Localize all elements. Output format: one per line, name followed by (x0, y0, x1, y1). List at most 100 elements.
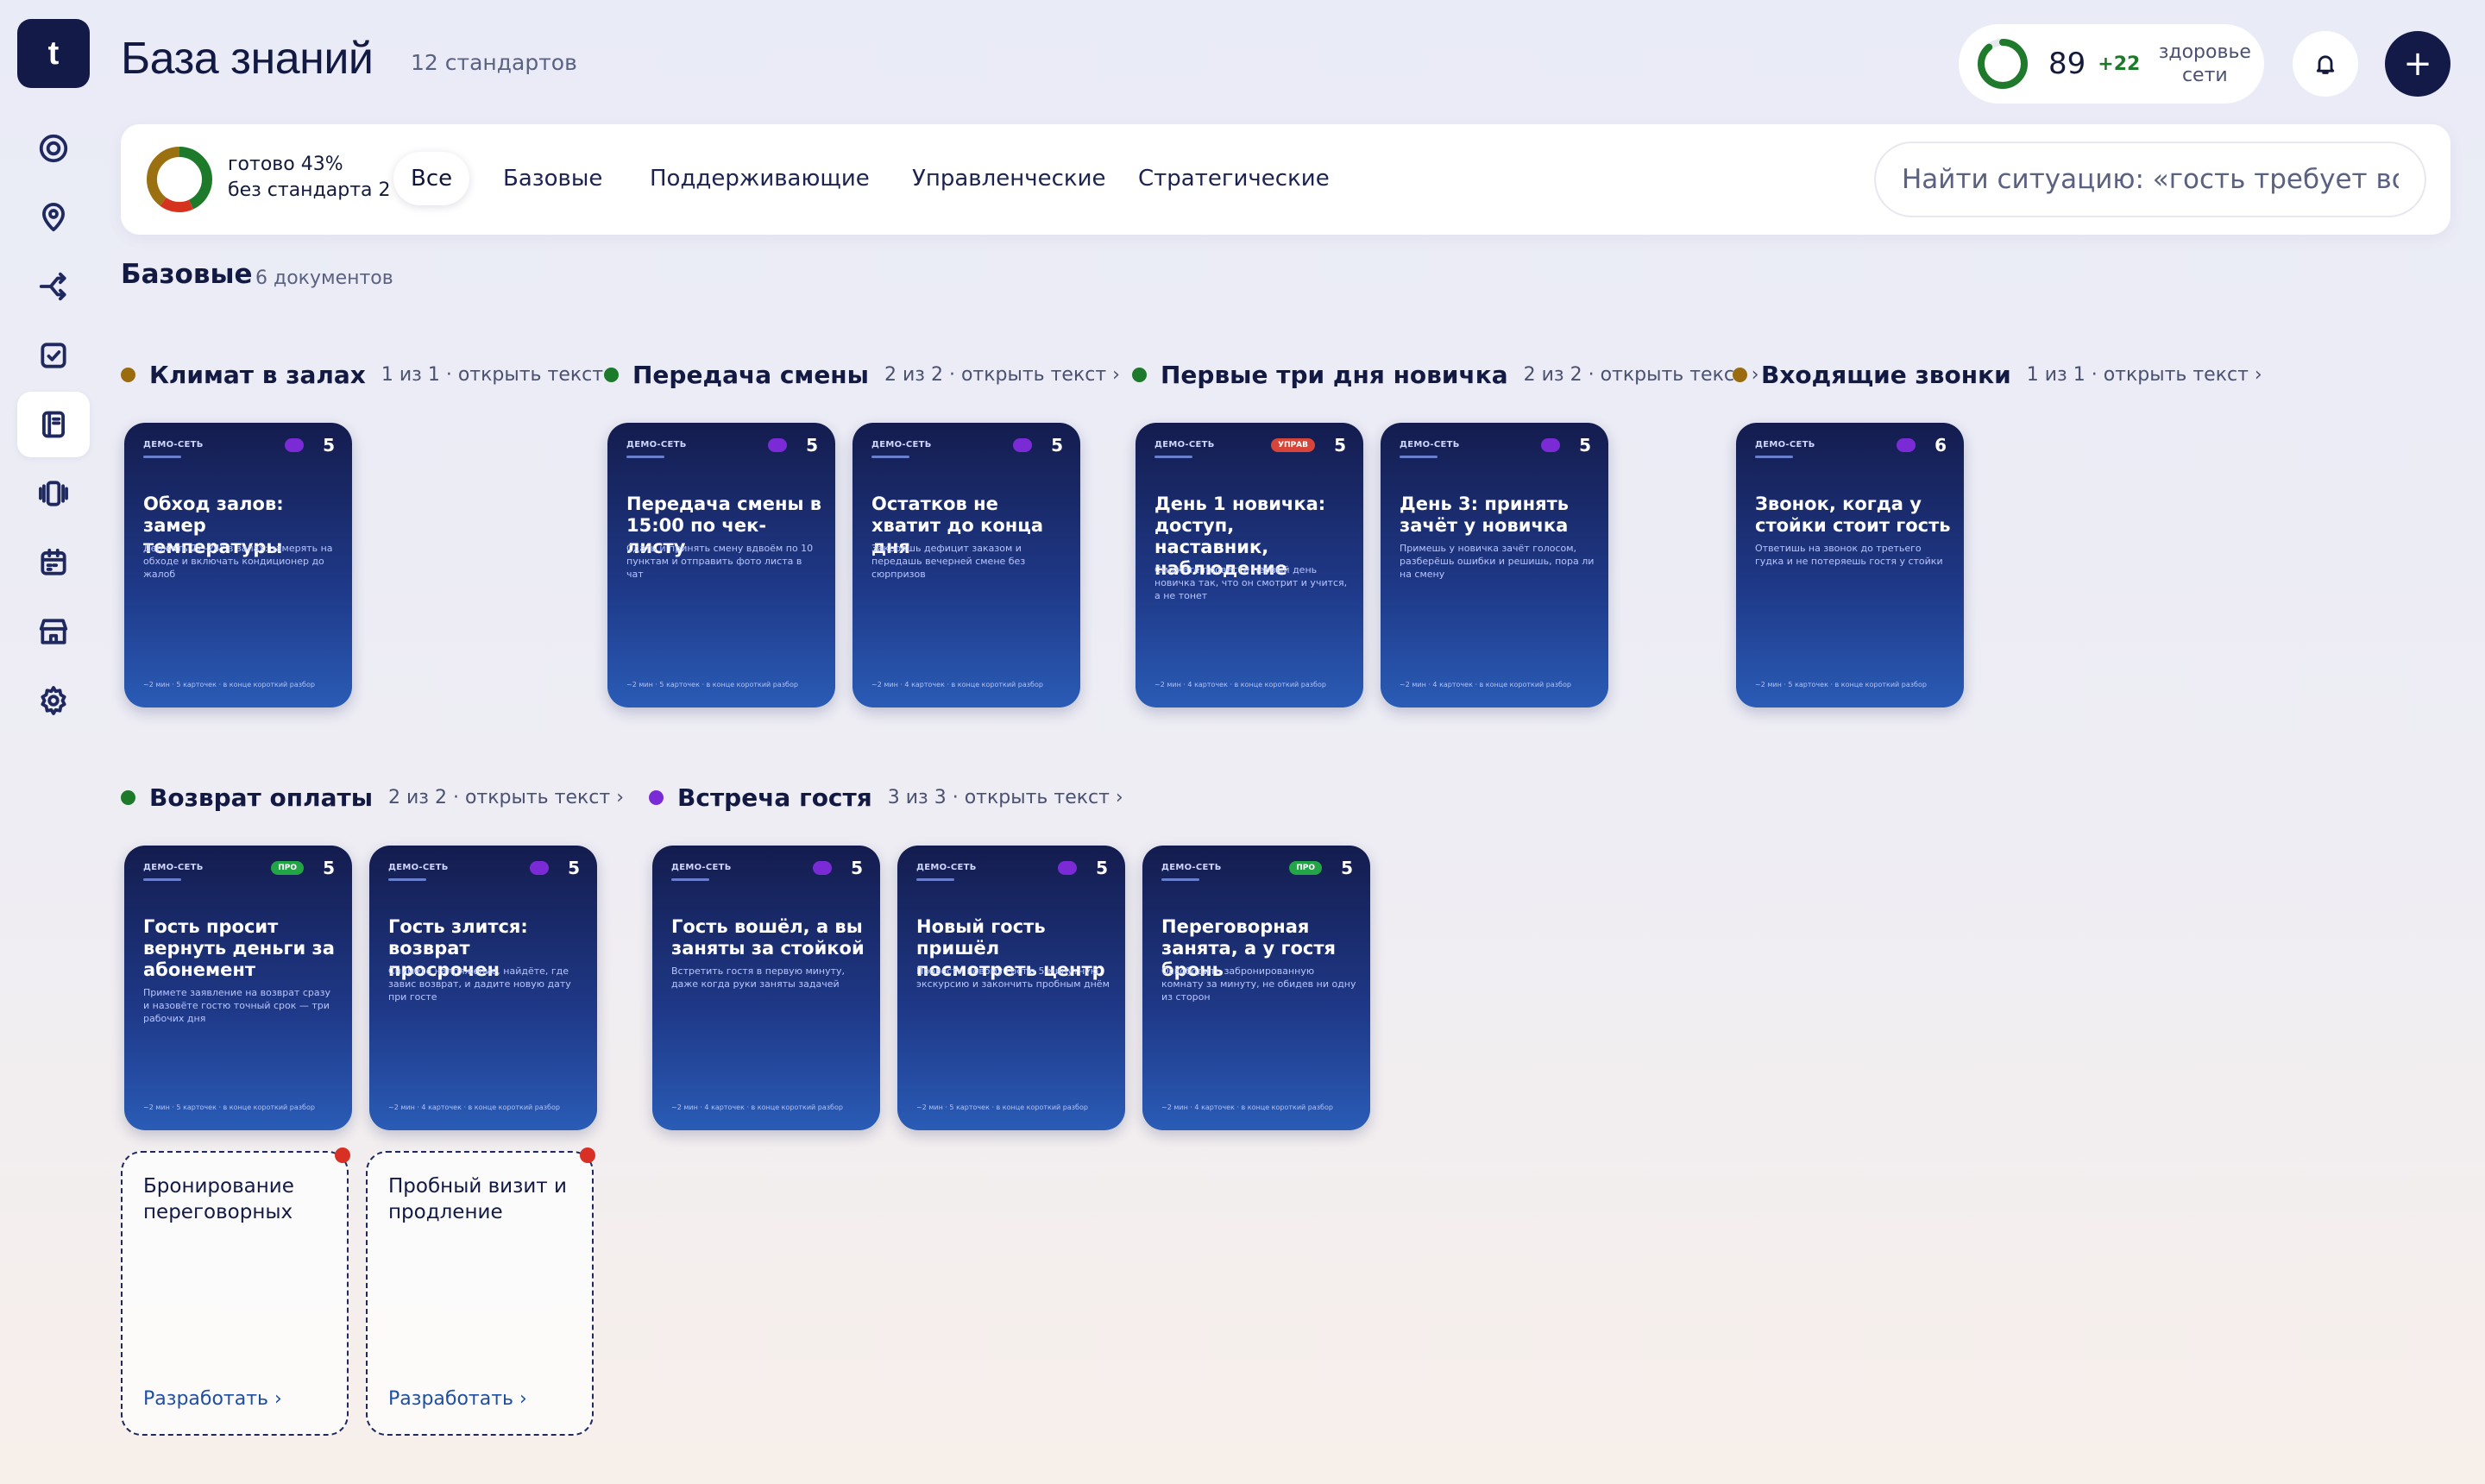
card-footer: ~2 мин · 5 карточек · в конце короткий р… (626, 681, 798, 689)
open-text-link[interactable]: 1 из 1 · открыть текст › (2027, 364, 2262, 386)
card-brand: ДЕМО-СЕТЬ (1755, 440, 1815, 450)
story-card[interactable]: ДЕМО-СЕТЬ ПРО 5 Переговорная занята, а у го… (1142, 846, 1370, 1130)
network-health[interactable]: 89 +22 здоровье сети (1959, 24, 2264, 104)
page-title: База знаний (121, 34, 374, 84)
card-number: 5 (323, 858, 335, 878)
gear-icon (41, 686, 66, 715)
story-card[interactable]: ДЕМО-СЕТЬ УПРАВ 5 День 1 новичка: доступ, н… (1136, 423, 1363, 707)
card-footer: ~2 мин · 4 карточек · в конце короткий р… (388, 1104, 560, 1111)
group-header: Климат в залах 1 из 1 · открыть текст › (121, 361, 617, 389)
card-divider (143, 456, 181, 458)
nav-flows[interactable] (17, 254, 90, 319)
story-card[interactable]: ДЕМО-СЕТЬ 5 Гость вошёл, а вы заняты за ст… (652, 846, 880, 1130)
tab-basic[interactable]: Базовые (486, 152, 620, 205)
card-tag-icon (1541, 438, 1560, 452)
group-status-dot (121, 368, 135, 382)
draft-alert-dot (335, 1148, 350, 1163)
card-footer: ~2 мин · 5 карточек · в конце короткий р… (143, 681, 315, 689)
tab-managerial[interactable]: Управленческие (895, 152, 1123, 205)
card-footer: ~2 мин · 4 карточек · в конце короткий р… (871, 681, 1043, 689)
health-label: здоровье сети (2158, 41, 2251, 86)
draft-title: Пробный визит и продление (388, 1175, 567, 1223)
group-title: Встреча гостя (677, 783, 872, 812)
card-footer: ~2 мин · 5 карточек · в конце короткий р… (916, 1104, 1088, 1111)
nav-locations[interactable] (17, 185, 90, 250)
nav-settings[interactable] (17, 668, 90, 733)
tab-supporting[interactable]: Поддерживающие (632, 152, 887, 205)
group-title: Первые три дня новичка (1161, 361, 1508, 389)
group-title: Передача смены (632, 361, 869, 389)
group-status-dot (649, 790, 664, 805)
nav-tasks[interactable] (17, 323, 90, 388)
card-description: Примете заявление на возврат сразу и наз… (143, 987, 330, 1024)
card-brand: ДЕМО-СЕТЬ (871, 440, 932, 450)
card-description: Держать 22–24° в залах: замерять на обхо… (143, 543, 333, 580)
bell-icon (2316, 55, 2335, 74)
draft-card[interactable]: Пробный визит и продление Разработать › (366, 1148, 595, 1436)
add-button[interactable]: + (2385, 31, 2450, 97)
nav-target[interactable] (17, 116, 90, 181)
card-footer: ~2 мин · 4 карточек · в конце короткий р… (1154, 681, 1326, 689)
draft-alert-dot (580, 1148, 595, 1163)
group-title: Входящие звонки (1761, 361, 2011, 389)
progress-missing: без стандарта 2 (228, 179, 391, 201)
cards-icon (39, 481, 68, 506)
nav-store[interactable] (17, 599, 90, 664)
search-input[interactable] (1874, 141, 2426, 217)
card-number: 5 (1579, 435, 1591, 456)
map-pin-icon (42, 203, 65, 232)
card-title: День 3: принять зачёт у новичка (1400, 494, 1570, 536)
card-title: Гость просит вернуть деньги за абонемент (143, 916, 335, 980)
group-status-dot (121, 790, 135, 805)
story-card[interactable]: ДЕМО-СЕТЬ 5 Передача смены в 15:00 по чек-… (607, 423, 835, 707)
nav-calendar[interactable] (17, 530, 90, 595)
draft-title: Бронирование переговорных (143, 1175, 294, 1223)
progress-ring-icon (147, 147, 212, 212)
open-text-link[interactable]: 2 из 2 · открыть текст › (1524, 364, 1759, 386)
card-tag-icon (285, 438, 304, 452)
nav-knowledge-base[interactable] (17, 392, 90, 457)
card-brand: ДЕМО-СЕТЬ (671, 863, 732, 872)
tab-strategic[interactable]: Стратегические (1121, 152, 1347, 205)
story-card[interactable]: ДЕМО-СЕТЬ 5 Новый гость пришёл посмотреть … (897, 846, 1125, 1130)
story-card[interactable]: ДЕМО-СЕТЬ ПРО 5 Гость просит вернуть деньги… (124, 846, 352, 1130)
develop-link[interactable]: Разработать › (143, 1388, 282, 1410)
nav-cards[interactable] (17, 461, 90, 526)
tab-all[interactable]: Все (393, 152, 470, 205)
card-brand: ДЕМО-СЕТЬ (626, 440, 687, 450)
notifications-button[interactable] (2293, 31, 2358, 97)
draft-card[interactable]: Бронирование переговорных Разработать › (121, 1148, 350, 1436)
group-status-dot (1733, 368, 1747, 382)
story-card[interactable]: ДЕМО-СЕТЬ 5 День 3: принять зачёт у новичк… (1381, 423, 1608, 707)
card-footer: ~2 мин · 5 карточек · в конце короткий р… (1755, 681, 1927, 689)
card-divider (143, 878, 181, 881)
card-brand: ДЕМО-СЕТЬ (143, 440, 204, 450)
story-card[interactable]: ДЕМО-СЕТЬ 5 Остатков не хватит до конца дн… (852, 423, 1080, 707)
open-text-link[interactable]: 1 из 1 · открыть текст › (381, 364, 617, 386)
card-number: 5 (568, 858, 580, 878)
card-description: Снимете напряжение, найдёте, где завис в… (388, 965, 571, 1003)
app-logo[interactable]: t (17, 19, 90, 88)
open-text-link[interactable]: 2 из 2 · открыть текст › (388, 787, 624, 808)
card-footer: ~2 мин · 4 карточек · в конце короткий р… (1161, 1104, 1333, 1111)
story-card[interactable]: ДЕМО-СЕТЬ 5 Обход залов: замер температуры… (124, 423, 352, 707)
health-ring-icon (1978, 39, 2028, 89)
open-text-link[interactable]: 2 из 2 · открыть текст › (884, 364, 1120, 386)
card-number: 5 (806, 435, 818, 456)
story-card[interactable]: ДЕМО-СЕТЬ 5 Гость злится: возврат просроче… (369, 846, 597, 1130)
card-number: 5 (1096, 858, 1108, 878)
section-title: Базовые (121, 259, 253, 290)
open-text-link[interactable]: 3 из 3 · открыть текст › (888, 787, 1123, 808)
card-description: Примешь у новичка зачёт голосом, разберё… (1400, 543, 1595, 580)
card-number: 5 (1341, 858, 1353, 878)
card-description: Сможете провести первый день новичка так… (1154, 564, 1348, 601)
calendar-icon (41, 548, 66, 575)
story-card[interactable]: ДЕМО-СЕТЬ 6 Звонок, когда у стойки стоит г… (1736, 423, 1964, 707)
card-title: Гость вошёл, а вы заняты за стойкой (671, 916, 865, 959)
group-header: Передача смены 2 из 2 · открыть текст › (604, 361, 1120, 389)
group-header: Возврат оплаты 2 из 2 · открыть текст › (121, 783, 624, 812)
page-count: 12 стандартов (411, 50, 577, 75)
check-square-icon (41, 343, 66, 368)
card-divider (388, 878, 426, 881)
develop-link[interactable]: Разработать › (388, 1388, 527, 1410)
